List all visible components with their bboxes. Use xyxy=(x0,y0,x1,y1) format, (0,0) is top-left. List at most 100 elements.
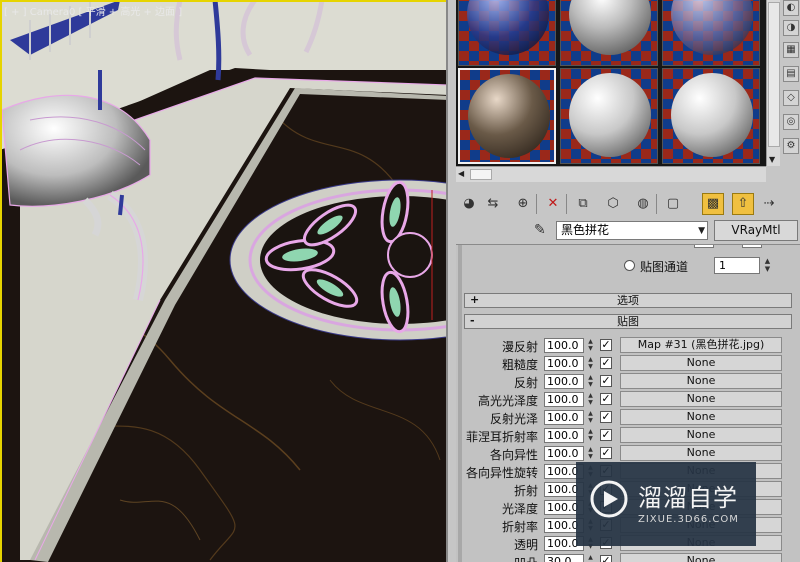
rollout-title: 贴图 xyxy=(617,315,639,328)
map-amount-input[interactable]: 100.0 xyxy=(544,410,584,425)
options-rollout[interactable]: + 选项 xyxy=(464,293,792,308)
scroll-left-icon[interactable]: ◀ xyxy=(458,169,464,178)
go-forward-to-sibling-icon[interactable]: ⇢ xyxy=(758,193,780,215)
put-to-scene-icon[interactable]: ⇆ xyxy=(482,193,504,215)
map-slot-button[interactable]: None xyxy=(620,427,782,443)
go-to-parent-icon[interactable]: ⇧ xyxy=(732,193,754,215)
maps-rollout[interactable]: - 贴图 xyxy=(464,314,792,329)
show-end-result-icon[interactable]: ▩ xyxy=(702,193,724,215)
viewport-scene xyxy=(0,0,446,562)
spinner-icon[interactable]: ▲▼ xyxy=(586,356,595,371)
show-map-in-viewport-icon[interactable]: ▢ xyxy=(662,193,684,215)
map-enable-checkbox[interactable]: ✓ xyxy=(600,339,612,351)
sample-slot-selected[interactable] xyxy=(458,68,556,164)
map-enable-checkbox[interactable]: ✓ xyxy=(600,447,612,459)
map-row: 各向异性 100.0 ▲ ▼ ✓ None xyxy=(456,445,800,463)
spinner-icon[interactable]: ▲▼ xyxy=(586,428,595,443)
map-enable-checkbox[interactable]: ✓ xyxy=(600,357,612,369)
material-id-channel-icon[interactable]: ◍ xyxy=(632,193,654,215)
get-material-icon[interactable]: ◕ xyxy=(458,193,480,215)
spinner-icon[interactable]: ▲▼ xyxy=(586,392,595,407)
scroll-thumb[interactable] xyxy=(470,169,492,180)
material-toolbar: ◕ ⇆ ⊕ ✕ ⧉ ⬡ ◍ ▢ ▩ ⇧ ⇢ xyxy=(456,190,786,218)
map-amount-input[interactable]: 100.0 xyxy=(544,338,584,353)
material-sample-slots xyxy=(456,0,766,166)
map-slot-button[interactable]: None xyxy=(620,391,782,407)
sample-slot[interactable] xyxy=(458,0,556,66)
make-unique-icon[interactable]: ⧉ xyxy=(572,193,594,215)
assign-to-selection-icon[interactable]: ⊕ xyxy=(512,193,534,215)
map-slot-button[interactable]: None xyxy=(620,553,782,562)
map-enable-checkbox[interactable]: ✓ xyxy=(600,555,612,562)
map-slot-button[interactable]: None xyxy=(620,409,782,425)
watermark-title: 溜溜自学 xyxy=(638,484,738,512)
sample-type-icon[interactable]: ◐ xyxy=(783,0,799,16)
map-row-label: 高光光泽度 xyxy=(477,394,538,408)
map-row-label: 各向异性旋转 xyxy=(465,466,538,480)
side-toolbar: ◐ ◑ ▦ ▤ ◇ ◎ ⚙ xyxy=(782,0,800,200)
app-root: [ + ] Camera0 [ 平滑 + 高光 + 边面 ] ▼ ◀ ◐ ◑ ▦… xyxy=(0,0,800,562)
backlight-icon[interactable]: ◑ xyxy=(783,20,799,36)
map-channel-radio[interactable] xyxy=(624,260,635,271)
video-color-check-icon[interactable]: ◇ xyxy=(783,90,799,106)
sample-slot[interactable] xyxy=(662,0,760,66)
eyedropper-icon[interactable]: ✎ xyxy=(534,222,546,238)
scroll-down-icon[interactable]: ▼ xyxy=(769,155,775,164)
spinner-icon[interactable]: ▲▼ xyxy=(586,410,595,425)
map-row-label: 折射 xyxy=(513,484,538,498)
map-amount-input[interactable]: 100.0 xyxy=(544,446,584,461)
material-name-row: ✎ 黑色拼花 ▼ VRayMtl xyxy=(456,220,800,242)
map-slot-button[interactable]: Map #31 (黑色拼花.jpg) xyxy=(620,337,782,353)
spinner-icon[interactable]: ▲▼ xyxy=(586,338,595,353)
map-enable-checkbox[interactable]: ✓ xyxy=(600,375,612,387)
partial-field[interactable] xyxy=(694,245,714,248)
sample-uv-tiling-icon[interactable]: ▤ xyxy=(783,66,799,82)
spinner-icon[interactable]: ▲▼ xyxy=(586,554,595,562)
map-row: 高光光泽度 100.0 ▲ ▼ ✓ None xyxy=(456,391,800,409)
background-checker-icon[interactable]: ▦ xyxy=(783,42,799,58)
map-slot-button[interactable]: None xyxy=(620,445,782,461)
map-amount-input[interactable]: 30.0 xyxy=(544,554,584,562)
map-row-label: 凹凸 xyxy=(514,554,538,562)
map-row-label: 菲涅耳折射率 xyxy=(465,430,538,444)
reset-map-icon[interactable]: ✕ xyxy=(542,193,564,215)
viewport-active-border-left xyxy=(0,0,2,562)
map-channel-input[interactable]: 1 xyxy=(714,257,760,274)
map-enable-checkbox[interactable]: ✓ xyxy=(600,429,612,441)
make-preview-icon[interactable]: ◎ xyxy=(783,114,799,130)
map-channel-label: 贴图通道 xyxy=(640,260,689,274)
material-type-button[interactable]: VRayMtl xyxy=(714,220,798,241)
map-amount-input[interactable]: 100.0 xyxy=(544,356,584,371)
map-row-label: 反射 xyxy=(513,376,538,390)
map-slot-button[interactable]: None xyxy=(620,355,782,371)
material-name-field[interactable]: 黑色拼花 ▼ xyxy=(556,221,708,240)
scroll-thumb[interactable] xyxy=(768,2,780,147)
map-enable-checkbox[interactable]: ✓ xyxy=(600,393,612,405)
map-amount-input[interactable]: 100.0 xyxy=(544,428,584,443)
material-name-value: 黑色拼花 xyxy=(561,223,610,237)
map-enable-checkbox[interactable]: ✓ xyxy=(600,411,612,423)
sample-slot[interactable] xyxy=(560,68,658,164)
chevron-down-icon[interactable]: ▼ xyxy=(698,223,705,240)
options-icon[interactable]: ⚙ xyxy=(783,138,799,154)
spinner-icon[interactable]: ▲▼ xyxy=(586,374,595,389)
rollout-title: 选项 xyxy=(617,294,639,307)
camera-viewport[interactable]: [ + ] Camera0 [ 平滑 + 高光 + 边面 ] xyxy=(0,0,448,562)
map-row: 粗糙度 100.0 ▲ ▼ ✓ None xyxy=(456,355,800,373)
sample-slot[interactable] xyxy=(560,0,658,66)
spinner-icon[interactable]: ▲▼ xyxy=(586,446,595,461)
viewport-label[interactable]: [ + ] Camera0 [ 平滑 + 高光 + 边面 ] xyxy=(4,3,182,18)
slots-vertical-scrollbar[interactable]: ▼ xyxy=(766,0,780,166)
map-row: 菲涅耳折射率 100.0 ▲ ▼ ✓ None xyxy=(456,427,800,445)
watermark-url: ZIXUE.3D66.COM xyxy=(638,514,739,525)
put-to-library-icon[interactable]: ⬡ xyxy=(602,193,624,215)
slots-horizontal-scrollbar[interactable]: ◀ xyxy=(456,166,766,182)
map-amount-input[interactable]: 100.0 xyxy=(544,392,584,407)
watermark-logo: 溜溜自学 ZIXUE.3D66.COM xyxy=(576,462,756,546)
spinner-icon[interactable]: ▲▼ xyxy=(762,257,773,274)
map-row-label: 光泽度 xyxy=(501,502,538,516)
partial-field[interactable] xyxy=(742,245,762,248)
sample-slot[interactable] xyxy=(662,68,760,164)
map-amount-input[interactable]: 100.0 xyxy=(544,374,584,389)
map-slot-button[interactable]: None xyxy=(620,373,782,389)
